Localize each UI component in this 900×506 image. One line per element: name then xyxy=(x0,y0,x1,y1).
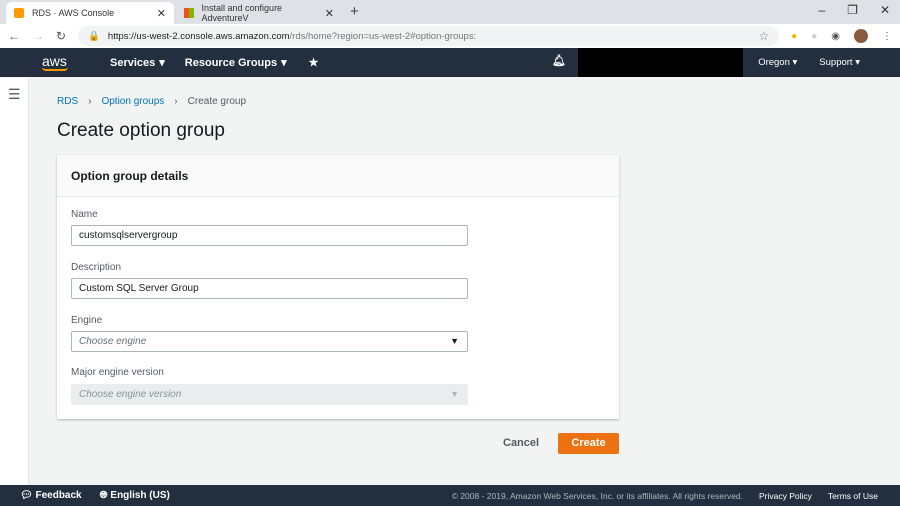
language-label: English (US) xyxy=(110,490,170,501)
page-title: Create option group xyxy=(57,120,225,141)
minimize-icon[interactable]: – xyxy=(818,3,825,17)
name-input[interactable]: customsqlservergroup xyxy=(71,225,468,246)
extension-key-icon[interactable]: ● xyxy=(791,31,797,42)
tab-title: Install and configure AdventureV xyxy=(201,3,283,23)
breadcrumb-option-groups[interactable]: Option groups xyxy=(101,96,164,107)
microsoft-favicon-icon xyxy=(184,8,194,18)
breadcrumb: RDS › Option groups › Create group xyxy=(57,96,246,107)
description-label: Description xyxy=(71,262,122,273)
engine-select[interactable]: Choose engine ▼ xyxy=(71,331,468,352)
version-placeholder: Choose engine version xyxy=(79,389,182,400)
services-label: Services xyxy=(110,56,156,69)
feedback-label: Feedback xyxy=(35,490,82,501)
extension-circle-icon[interactable]: ● xyxy=(811,31,817,42)
back-icon[interactable]: ← xyxy=(8,29,20,43)
support-label: Support xyxy=(819,57,853,68)
region-menu[interactable]: Oregon ▾ xyxy=(758,57,797,68)
privacy-policy-link[interactable]: Privacy Policy xyxy=(759,491,812,501)
cancel-button[interactable]: Cancel xyxy=(503,437,539,449)
breadcrumb-current: Create group xyxy=(187,96,247,107)
pin-icon[interactable]: ★ xyxy=(309,56,319,69)
url-path: /rds/home?region=us-west-2#option-groups… xyxy=(289,30,477,42)
create-button[interactable]: Create xyxy=(558,433,619,454)
url-input[interactable]: 🔒 https://us-west-2.console.aws.amazon.co… xyxy=(78,26,780,46)
new-tab-icon[interactable]: + xyxy=(350,3,359,20)
services-menu[interactable]: Services ▾ xyxy=(110,56,165,70)
description-input[interactable]: Custom SQL Server Group xyxy=(71,278,468,299)
aws-nav-bar: aws Services ▾ Resource Groups ▾ ★ 🔔︎ Oreg… xyxy=(0,48,900,77)
menu-dots-icon[interactable]: ⋮ xyxy=(882,31,892,42)
language-selector[interactable]: 🌐︎ English (US) xyxy=(100,490,170,501)
avatar[interactable] xyxy=(854,29,868,43)
resource-groups-label: Resource Groups xyxy=(184,56,278,69)
hamburger-menu-icon[interactable]: ☰ xyxy=(8,86,21,103)
close-window-icon[interactable]: ✕ xyxy=(880,3,890,17)
bell-icon[interactable]: 🔔︎ xyxy=(552,54,566,67)
chevron-right-icon: › xyxy=(88,96,92,107)
terms-of-use-link[interactable]: Terms of Use xyxy=(828,491,878,501)
chevron-right-icon: › xyxy=(174,96,178,107)
option-group-details-panel: Option group details Name customsqlserve… xyxy=(57,155,619,419)
chevron-down-icon: ▾ xyxy=(159,57,165,69)
address-bar-row: ← → ↻ 🔒 https://us-west-2.console.aws.amazo… xyxy=(0,24,900,48)
sidebar xyxy=(0,78,29,485)
chevron-down-icon: ▾ xyxy=(281,57,287,69)
restore-icon[interactable]: ❐ xyxy=(847,3,858,17)
support-menu[interactable]: Support ▾ xyxy=(819,57,860,68)
aws-favicon-icon xyxy=(14,8,24,18)
close-tab-icon[interactable]: ✕ xyxy=(157,7,166,20)
region-label: Oregon xyxy=(758,57,790,68)
extension-audio-icon[interactable]: ◉ xyxy=(831,31,840,42)
copyright: © 2008 - 2019, Amazon Web Services, Inc.… xyxy=(451,490,744,501)
close-tab-icon[interactable]: ✕ xyxy=(325,7,334,20)
engine-version-select[interactable]: Choose engine version ▼ xyxy=(71,384,468,405)
aws-logo[interactable]: aws xyxy=(42,52,74,71)
engine-label: Engine xyxy=(71,315,103,326)
panel-title: Option group details xyxy=(57,155,619,197)
resource-groups-menu[interactable]: Resource Groups ▾ xyxy=(184,56,287,70)
tab-title: RDS · AWS Console xyxy=(32,8,115,18)
tab-install[interactable]: Install and configure AdventureV ✕ xyxy=(176,2,342,24)
caret-down-icon: ▼ xyxy=(450,336,459,346)
breadcrumb-rds[interactable]: RDS xyxy=(57,96,78,107)
engine-placeholder: Choose engine xyxy=(79,336,147,347)
url-host: https://us-west-2.console.aws.amazon.com xyxy=(107,30,290,42)
lock-icon: 🔒 xyxy=(88,30,100,42)
caret-down-icon: ▼ xyxy=(450,389,459,399)
reload-icon[interactable]: ↻ xyxy=(56,29,66,43)
footer: 💬︎ Feedback 🌐︎ English (US) © 2008 - 2019… xyxy=(0,485,900,506)
tab-rds[interactable]: RDS · AWS Console ✕ xyxy=(6,2,174,24)
name-label: Name xyxy=(71,209,98,220)
browser-tab-bar: RDS · AWS Console ✕ Install and configure… xyxy=(0,0,900,24)
version-label: Major engine version xyxy=(71,367,164,378)
feedback-link[interactable]: 💬︎ Feedback xyxy=(20,490,82,501)
forward-icon[interactable]: → xyxy=(32,29,44,43)
redacted-account xyxy=(578,48,743,77)
logo-text: aws xyxy=(42,52,67,69)
star-icon[interactable]: ☆ xyxy=(758,29,769,43)
